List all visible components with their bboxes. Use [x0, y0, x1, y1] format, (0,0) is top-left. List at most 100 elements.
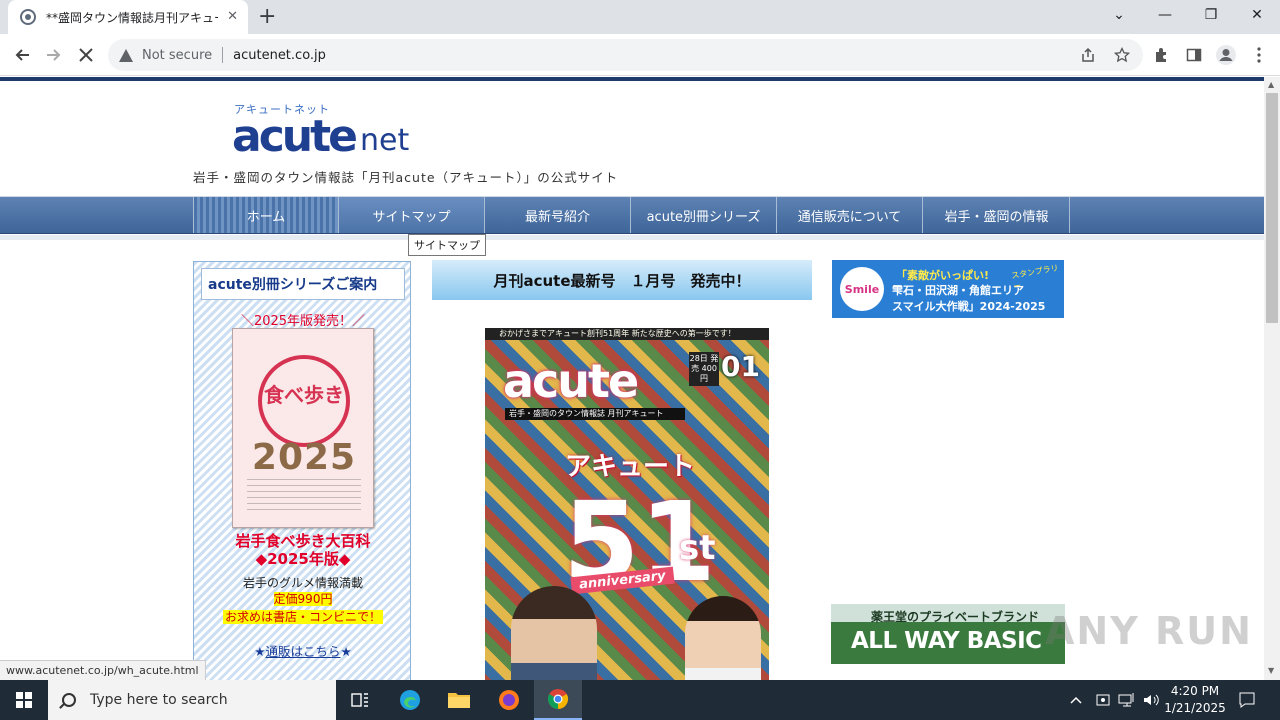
magazine-cover-image[interactable]: おかげさまでアキュート創刊51周年 新たな歴史への第一歩です！ acute 岩手… [485, 328, 769, 680]
search-placeholder: Type here to search [90, 692, 228, 708]
cover-issue-number: 01 [721, 350, 760, 383]
bookmark-star-icon[interactable] [1114, 39, 1130, 71]
extensions-puzzle-icon[interactable] [1149, 42, 1175, 68]
browser-toolbar: Not secure acutenet.co.jp [0, 34, 1280, 76]
back-arrow-icon[interactable] [10, 43, 34, 67]
page-scrollbar[interactable]: ▲ ▼ [1264, 77, 1280, 680]
site-tagline: 岩手・盛岡のタウン情報誌「月刊acute（アキュート）」の公式サイト [193, 170, 619, 185]
allway-brand: 薬王堂のプライベートブランド [871, 610, 1040, 624]
sitemap-tooltip: サイトマップ [408, 234, 486, 256]
page-viewport: アキュートネット acute net 岩手・盛岡のタウン情報誌「月刊acute（… [0, 77, 1264, 680]
file-explorer-icon[interactable] [435, 680, 483, 720]
profile-avatar-icon[interactable] [1213, 42, 1239, 68]
address-bar[interactable]: Not secure acutenet.co.jp [108, 39, 1143, 71]
security-label[interactable]: Not secure [142, 48, 212, 63]
top-rule [0, 77, 1264, 81]
edge-browser-icon[interactable] [386, 680, 434, 720]
close-window-button[interactable]: ✕ [1234, 0, 1280, 30]
side-panel-icon[interactable] [1181, 42, 1207, 68]
smile-line1: 「素敵がいっぱい! [896, 269, 990, 282]
new-tab-button[interactable]: + [258, 4, 276, 29]
tab-close-icon[interactable]: ✕ [227, 9, 238, 24]
tray-overflow-chevron-icon[interactable] [1070, 680, 1082, 720]
mail-order-line: ★通販はこちら★ [194, 641, 412, 660]
tab-search-chevron-icon[interactable]: ⌄ [1096, 0, 1142, 30]
meet-now-icon[interactable] [1095, 680, 1111, 720]
taskbar-search[interactable]: Type here to search [48, 680, 336, 720]
site-logo[interactable]: アキュートネット acute net [232, 101, 422, 162]
network-icon[interactable] [1118, 680, 1136, 720]
firefox-icon[interactable] [485, 680, 533, 720]
cover-suffix: st [679, 528, 716, 568]
forward-arrow-icon[interactable] [42, 43, 66, 67]
new-release-label: ＼2025年版発売！／ [240, 314, 366, 329]
cover-person-left [511, 586, 597, 680]
book-title-line2: ◆2025年版◆ [255, 550, 351, 568]
book-title-line1: 岩手食べ歩き大百科 [235, 532, 371, 550]
cover-logo: acute [503, 354, 639, 408]
logo-acute: acute [232, 111, 358, 162]
url-text[interactable]: acutenet.co.jp [233, 48, 326, 63]
notification-icon[interactable] [1238, 680, 1256, 720]
taskbar-clock[interactable]: 4:20 PM 1/21/2025 [1160, 683, 1230, 717]
nav-sitemap[interactable]: サイトマップ [339, 197, 485, 233]
book-cover-image[interactable]: 食べ歩き 2025 [232, 328, 374, 528]
book-title-text: 岩手食べ歩き大百科 ◆2025年版◆ [194, 532, 412, 568]
scroll-thumb[interactable] [1266, 93, 1278, 323]
cover-date-box: 28日 発売 400円 [689, 352, 719, 386]
tab-bar: **盛岡タウン情報誌月刊アキュート( ✕ + ⌄ — ❐ ✕ [0, 0, 1280, 34]
tab-title: **盛岡タウン情報誌月刊アキュート( [46, 10, 218, 25]
allway-basic-banner[interactable]: 薬王堂のプライベートブランド ALL WAY BASIC [831, 604, 1065, 664]
share-icon[interactable] [1080, 39, 1096, 71]
book-cover-year: 2025 [251, 437, 357, 478]
stop-loading-icon[interactable] [74, 43, 98, 67]
nav-bessatsu-series[interactable]: acute別冊シリーズ [631, 197, 777, 233]
sidebar-heading: acute別冊シリーズご案内 [201, 268, 405, 300]
book-where-text: お求めは書店・コンビニで！ [222, 610, 383, 624]
logo-net: net [360, 123, 410, 158]
scroll-down-arrow-icon[interactable]: ▼ [1268, 666, 1274, 675]
allway-main: ALL WAY BASIC [851, 628, 1042, 654]
smile-campaign-banner[interactable]: Smile 「素敵がいっぱい! 雫石・田沢湖・角館エリア スマイル大作戦」202… [832, 260, 1064, 318]
chrome-icon[interactable] [534, 680, 582, 720]
nav-latest-issue[interactable]: 最新号紹介 [485, 197, 631, 233]
cover-person-right [685, 596, 761, 680]
site-favicon-icon [20, 9, 36, 25]
task-view-icon[interactable] [336, 680, 384, 720]
nav-iwate-info[interactable]: 岩手・盛岡の情報 [924, 197, 1070, 233]
scroll-up-arrow-icon[interactable]: ▲ [1268, 80, 1274, 89]
minimize-button[interactable]: — [1142, 0, 1188, 30]
cover-subtitle: 岩手・盛岡のタウン情報誌 月刊アキュート [505, 408, 685, 420]
anyrun-watermark: ANY RUN [1045, 609, 1253, 653]
nav-mail-order[interactable]: 通信販売について [777, 197, 923, 233]
bessatsu-sidebar: acute別冊シリーズご案内 ＼2025年版発売！／ 食べ歩き 2025 岩手食… [193, 261, 411, 680]
link-status-bar: www.acutenet.co.jp/wh_acute.html [0, 660, 206, 680]
search-icon [62, 693, 76, 707]
windows-logo-icon [16, 692, 32, 708]
menu-kebab-icon[interactable] [1246, 42, 1272, 68]
browser-tab[interactable]: **盛岡タウン情報誌月刊アキュート( ✕ [8, 0, 248, 34]
windows-taskbar: Type here to search 4:20 PM 1/21/2025 [0, 680, 1280, 720]
star-right: ★ [340, 644, 352, 659]
start-button[interactable] [0, 680, 48, 720]
smile-tag: スタンプラリー [1010, 263, 1060, 292]
book-description: 岩手のグルメ情報満載 [242, 576, 363, 590]
nav-home[interactable]: ホーム [193, 197, 339, 233]
mail-order-link[interactable]: 通販はこちら [265, 644, 340, 659]
book-cover-text-lines [247, 479, 361, 515]
restore-button[interactable]: ❐ [1188, 0, 1234, 30]
latest-issue-banner: 月刊acute最新号 １月号 発売中！ [432, 260, 812, 300]
smile-line2: 雫石・田沢湖・角館エリア [892, 284, 1024, 297]
book-where: お求めは書店・コンビニで！ [194, 608, 412, 625]
volume-icon[interactable] [1142, 680, 1160, 720]
book-price: 定価990円 [194, 590, 412, 607]
star-left: ★ [254, 644, 266, 659]
book-cover-title: 食べ歩き [264, 383, 344, 407]
warning-triangle-icon[interactable] [119, 48, 133, 62]
clock-date: 1/21/2025 [1164, 701, 1226, 715]
smile-logo: Smile [840, 267, 884, 311]
omnibox-separator [222, 47, 224, 63]
smile-line3: スマイル大作戦」2024-2025 [892, 300, 1046, 313]
book-price-text: 定価990円 [273, 592, 333, 606]
nav-underline [0, 235, 1264, 240]
